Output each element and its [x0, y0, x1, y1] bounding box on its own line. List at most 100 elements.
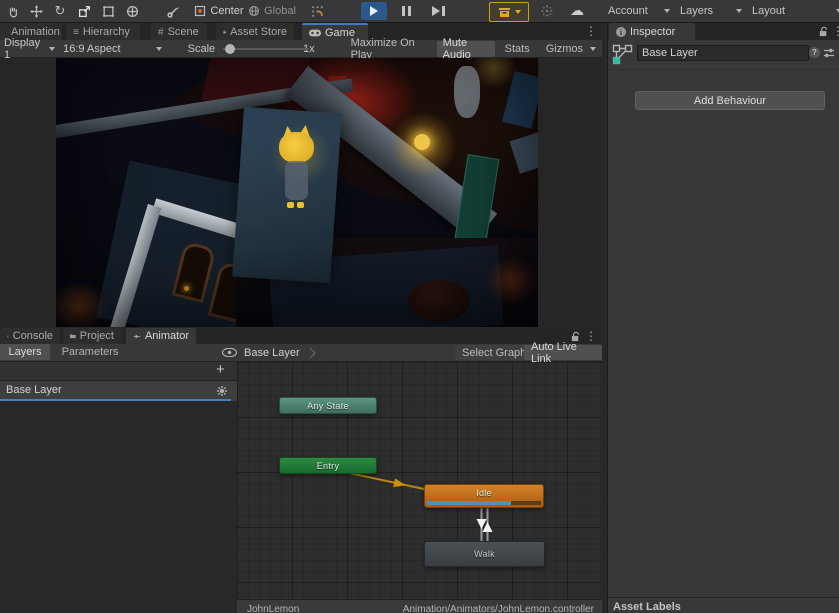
scene-icon: #: [158, 27, 164, 38]
maximize-on-play-button[interactable]: Maximize On Play: [345, 40, 431, 58]
tab-animator-label: Animator: [145, 330, 189, 342]
main-toolbar: ↻ Center: [0, 0, 839, 23]
tab-asset-store[interactable]: Asset Store: [216, 23, 294, 41]
layers-label: Layers: [680, 5, 713, 17]
globe-icon: [248, 5, 260, 17]
add-behaviour-label: Add Behaviour: [694, 95, 766, 107]
collab-button[interactable]: [489, 2, 529, 22]
inspector-menu-icon[interactable]: ⋮: [832, 25, 839, 37]
stats-button[interactable]: Stats: [499, 40, 536, 58]
tab-scene-label: Scene: [168, 26, 199, 38]
inspector-header: ? ⋮: [608, 40, 839, 70]
asset-labels-section[interactable]: Asset Labels: [608, 597, 839, 613]
animator-graph[interactable]: Any State Entry Idle Walk JohnLemon Anim…: [237, 362, 602, 613]
step-icon: [432, 6, 440, 16]
cloud-button[interactable]: ☁: [564, 2, 590, 20]
play-icon: [370, 6, 378, 16]
rect-tool-button[interactable]: [97, 2, 119, 20]
tab-project[interactable]: Project: [63, 328, 121, 344]
state-entry-label: Entry: [317, 461, 340, 471]
bottom-panel-tabstrip: Console Project Animator ⋮: [0, 328, 602, 344]
layer-row-base-layer[interactable]: Base Layer: [0, 381, 237, 401]
transform-tool-button[interactable]: [121, 2, 143, 20]
custom-tool-button[interactable]: [161, 2, 185, 20]
layer-progress-bar: [0, 399, 231, 401]
auto-live-link-button[interactable]: Auto Live Link: [524, 345, 602, 360]
move-tool-button[interactable]: [25, 2, 47, 20]
step-icon-bar: [442, 6, 445, 16]
scale-slider-handle[interactable]: [225, 44, 235, 54]
presets-icon[interactable]: [823, 47, 835, 59]
animator-layers-panel: + Base Layer: [0, 362, 237, 613]
display-dropdown[interactable]: Display 1: [0, 37, 59, 61]
animator-breadcrumb[interactable]: Base Layer: [244, 344, 314, 361]
state-node-any-state[interactable]: Any State: [279, 397, 377, 414]
tab-animator[interactable]: Animator: [126, 328, 196, 344]
grid-snap-button[interactable]: [305, 2, 329, 20]
stats-label: Stats: [505, 43, 530, 55]
layer-name: Base Layer: [6, 384, 62, 396]
display-label: Display 1: [4, 37, 40, 61]
hand-tool-button[interactable]: [2, 2, 24, 20]
project-folder-icon: [70, 332, 76, 340]
idle-playback-progress: [427, 501, 511, 505]
inspector-tabstrip: i Inspector ⋮: [608, 23, 839, 40]
display-dropdown-arrow: [49, 47, 55, 51]
scale-slider[interactable]: [223, 42, 295, 56]
scale-label: Scale: [188, 43, 216, 55]
scene-vignette: [56, 58, 538, 327]
tab-console[interactable]: Console: [0, 328, 60, 344]
tab-hierarchy[interactable]: ≡ Hierarchy: [66, 23, 140, 41]
inspector-lock-icon[interactable]: [818, 26, 829, 37]
tab-scene[interactable]: # Scene: [151, 23, 207, 41]
collab-box-icon: [498, 7, 511, 18]
animator-toolbar: Layers Parameters Base Layer Select Grap…: [0, 344, 602, 362]
add-layer-button[interactable]: +: [216, 361, 225, 378]
game-viewport[interactable]: [0, 58, 602, 327]
mute-audio-button[interactable]: Mute Audio: [437, 41, 495, 57]
animator-parameters-tab[interactable]: Parameters: [52, 344, 128, 360]
rotate-tool-button[interactable]: ↻: [49, 2, 71, 20]
breadcrumb-chevron-icon: [304, 347, 315, 358]
eye-icon[interactable]: [222, 348, 237, 357]
progress-activity-button[interactable]: [536, 2, 558, 20]
layers-dropdown[interactable]: Layers: [674, 2, 748, 20]
layers-list-header: +: [0, 362, 237, 381]
select-graph-button[interactable]: Select Graph: [455, 345, 533, 360]
layer-name-field[interactable]: [637, 45, 809, 61]
cloud-icon: ☁: [570, 4, 584, 18]
layout-dropdown[interactable]: Layout: [746, 2, 839, 20]
tab-inspector-label: Inspector: [630, 26, 675, 38]
rotate-icon: ↻: [55, 5, 66, 18]
scale-icon: [78, 5, 91, 18]
pause-button[interactable]: [393, 2, 419, 20]
game-panel-menu-icon[interactable]: ⋮: [585, 25, 597, 37]
step-button[interactable]: [425, 2, 451, 20]
state-any-state-label: Any State: [307, 401, 349, 411]
tab-inspector[interactable]: i Inspector: [609, 23, 695, 41]
aspect-label: 16:9 Aspect: [63, 43, 121, 55]
game-gamepad-icon: [309, 29, 321, 37]
pivot-button[interactable]: Center: [193, 2, 245, 20]
state-node-entry[interactable]: Entry: [279, 457, 377, 474]
account-dropdown[interactable]: Account: [602, 2, 676, 20]
play-button[interactable]: [361, 2, 387, 20]
aspect-dropdown[interactable]: 16:9 Aspect: [59, 43, 166, 55]
state-node-walk[interactable]: Walk: [424, 541, 545, 567]
scale-tool-button[interactable]: [73, 2, 95, 20]
auto-live-link-label: Auto Live Link: [531, 341, 595, 365]
scale-slider-track: [223, 48, 309, 50]
add-behaviour-button[interactable]: Add Behaviour: [635, 91, 825, 110]
state-walk-label: Walk: [474, 549, 495, 559]
gizmos-dropdown[interactable]: Gizmos: [540, 40, 602, 58]
animator-controller-icon: [612, 44, 634, 66]
animator-layers-tab[interactable]: Layers: [0, 344, 50, 360]
tab-asset-store-label: Asset Store: [230, 26, 287, 38]
info-icon: i: [616, 27, 626, 37]
orientation-button[interactable]: Global: [246, 2, 298, 20]
help-icon[interactable]: ?: [809, 47, 820, 58]
grid-snap-icon: [311, 5, 324, 18]
layer-settings-gear-icon[interactable]: [216, 385, 228, 397]
animator-tab-icon: [133, 332, 141, 341]
state-node-idle[interactable]: Idle: [424, 484, 544, 508]
